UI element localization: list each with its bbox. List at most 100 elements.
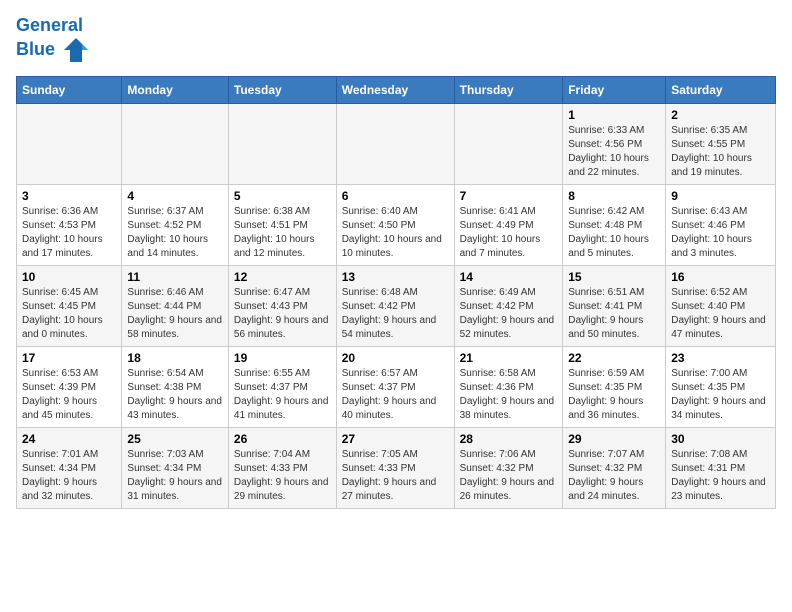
day-number: 24: [22, 432, 116, 446]
day-number: 16: [671, 270, 770, 284]
calendar-week-4: 17 Sunrise: 6:53 AMSunset: 4:39 PMDayligh…: [17, 346, 776, 427]
day-number: 22: [568, 351, 660, 365]
day-number: 10: [22, 270, 116, 284]
calendar-cell: 5Sunrise: 6:38 AMSunset: 4:51 PMDaylight…: [228, 184, 336, 265]
calendar-cell: [336, 103, 454, 184]
day-info: Sunrise: 6:48 AMSunset: 4:42 PMDaylight:…: [342, 286, 449, 342]
day-number: 14: [460, 270, 558, 284]
calendar-cell: 4 Sunrise: 6:37 AMSunset: 4:52 PMDaylight…: [122, 184, 228, 265]
day-info: Sunrise: 7:04 AMSunset: 4:33 PMDaylight:…: [234, 448, 331, 504]
weekday-header-tuesday: Tuesday: [228, 76, 336, 103]
calendar-cell: 27 Sunrise: 7:05 AMSunset: 4:33 PMDayligh…: [336, 427, 454, 508]
day-number: 21: [460, 351, 558, 365]
day-number: 30: [671, 432, 770, 446]
day-number: 4: [127, 189, 222, 203]
day-info: Sunrise: 6:54 AMSunset: 4:38 PMDaylight:…: [127, 367, 222, 423]
day-info: Sunrise: 6:57 AMSunset: 4:37 PMDaylight:…: [342, 367, 449, 423]
calendar-cell: [454, 103, 563, 184]
calendar-cell: 6 Sunrise: 6:40 AMSunset: 4:50 PMDaylight…: [336, 184, 454, 265]
weekday-header-thursday: Thursday: [454, 76, 563, 103]
calendar-cell: [17, 103, 122, 184]
day-info: Sunrise: 6:33 AMSunset: 4:56 PMDaylight:…: [568, 124, 660, 180]
day-number: 20: [342, 351, 449, 365]
day-info: Sunrise: 6:40 AMSunset: 4:50 PMDaylight:…: [342, 205, 449, 261]
day-number: 19: [234, 351, 331, 365]
calendar-cell: 28 Sunrise: 7:06 AMSunset: 4:32 PMDayligh…: [454, 427, 563, 508]
calendar-cell: 25 Sunrise: 7:03 AMSunset: 4:34 PMDayligh…: [122, 427, 228, 508]
day-info: Sunrise: 6:42 AMSunset: 4:48 PMDaylight:…: [568, 205, 660, 261]
day-info: Sunrise: 6:55 AMSunset: 4:37 PMDaylight:…: [234, 367, 331, 423]
calendar-week-5: 24 Sunrise: 7:01 AMSunset: 4:34 PMDayligh…: [17, 427, 776, 508]
calendar-week-3: 10 Sunrise: 6:45 AMSunset: 4:45 PMDayligh…: [17, 265, 776, 346]
day-number: 13: [342, 270, 449, 284]
calendar-cell: 22 Sunrise: 6:59 AMSunset: 4:35 PMDayligh…: [563, 346, 666, 427]
calendar-body: 1 Sunrise: 6:33 AMSunset: 4:56 PMDaylight…: [17, 103, 776, 508]
day-number: 3: [22, 189, 116, 203]
calendar-cell: 15 Sunrise: 6:51 AMSunset: 4:41 PMDayligh…: [563, 265, 666, 346]
day-info: Sunrise: 6:59 AMSunset: 4:35 PMDaylight:…: [568, 367, 660, 423]
day-number: 12: [234, 270, 331, 284]
weekday-header-wednesday: Wednesday: [336, 76, 454, 103]
day-number: 18: [127, 351, 222, 365]
calendar-cell: 12 Sunrise: 6:47 AMSunset: 4:43 PMDayligh…: [228, 265, 336, 346]
day-info: Sunrise: 6:49 AMSunset: 4:42 PMDaylight:…: [460, 286, 558, 342]
day-number: 25: [127, 432, 222, 446]
logo-blue: Blue: [16, 39, 55, 59]
calendar-week-1: 1 Sunrise: 6:33 AMSunset: 4:56 PMDaylight…: [17, 103, 776, 184]
calendar-cell: 10 Sunrise: 6:45 AMSunset: 4:45 PMDayligh…: [17, 265, 122, 346]
day-info: Sunrise: 7:03 AMSunset: 4:34 PMDaylight:…: [127, 448, 222, 504]
day-info: Sunrise: 6:53 AMSunset: 4:39 PMDaylight:…: [22, 367, 116, 423]
day-number: 1: [568, 108, 660, 122]
day-number: 23: [671, 351, 770, 365]
day-info: Sunrise: 7:00 AMSunset: 4:35 PMDaylight:…: [671, 367, 770, 423]
calendar-cell: 16 Sunrise: 6:52 AMSunset: 4:40 PMDayligh…: [666, 265, 776, 346]
day-number: 15: [568, 270, 660, 284]
day-info: Sunrise: 6:41 AMSunset: 4:49 PMDaylight:…: [460, 205, 558, 261]
day-info: Sunrise: 6:37 AMSunset: 4:52 PMDaylight:…: [127, 205, 222, 261]
day-info: Sunrise: 6:45 AMSunset: 4:45 PMDaylight:…: [22, 286, 116, 342]
day-number: 27: [342, 432, 449, 446]
logo: General Blue: [16, 16, 90, 64]
calendar-cell: 21 Sunrise: 6:58 AMSunset: 4:36 PMDayligh…: [454, 346, 563, 427]
day-info: Sunrise: 6:47 AMSunset: 4:43 PMDaylight:…: [234, 286, 331, 342]
day-number: 29: [568, 432, 660, 446]
calendar-cell: 18 Sunrise: 6:54 AMSunset: 4:38 PMDayligh…: [122, 346, 228, 427]
day-number: 17: [22, 351, 116, 365]
calendar-cell: 20 Sunrise: 6:57 AMSunset: 4:37 PMDayligh…: [336, 346, 454, 427]
day-number: 5: [234, 189, 331, 203]
calendar-week-2: 3 Sunrise: 6:36 AMSunset: 4:53 PMDaylight…: [17, 184, 776, 265]
day-info: Sunrise: 6:52 AMSunset: 4:40 PMDaylight:…: [671, 286, 770, 342]
day-info: Sunrise: 6:36 AMSunset: 4:53 PMDaylight:…: [22, 205, 116, 261]
calendar-cell: 1 Sunrise: 6:33 AMSunset: 4:56 PMDaylight…: [563, 103, 666, 184]
day-number: 8: [568, 189, 660, 203]
day-info: Sunrise: 7:01 AMSunset: 4:34 PMDaylight:…: [22, 448, 116, 504]
day-number: 2: [671, 108, 770, 122]
page-header: General Blue: [16, 16, 776, 64]
calendar-cell: 7Sunrise: 6:41 AMSunset: 4:49 PMDaylight…: [454, 184, 563, 265]
day-info: Sunrise: 6:58 AMSunset: 4:36 PMDaylight:…: [460, 367, 558, 423]
day-info: Sunrise: 6:43 AMSunset: 4:46 PMDaylight:…: [671, 205, 770, 261]
logo-icon: [62, 36, 90, 64]
day-number: 6: [342, 189, 449, 203]
calendar-cell: [122, 103, 228, 184]
day-info: Sunrise: 7:05 AMSunset: 4:33 PMDaylight:…: [342, 448, 449, 504]
calendar-cell: 30Sunrise: 7:08 AMSunset: 4:31 PMDayligh…: [666, 427, 776, 508]
weekday-header-monday: Monday: [122, 76, 228, 103]
calendar-cell: 23 Sunrise: 7:00 AMSunset: 4:35 PMDayligh…: [666, 346, 776, 427]
day-number: 9: [671, 189, 770, 203]
calendar-cell: 29 Sunrise: 7:07 AMSunset: 4:32 PMDayligh…: [563, 427, 666, 508]
weekday-header-sunday: Sunday: [17, 76, 122, 103]
day-number: 26: [234, 432, 331, 446]
weekday-header-row: SundayMondayTuesdayWednesdayThursdayFrid…: [17, 76, 776, 103]
day-info: Sunrise: 6:51 AMSunset: 4:41 PMDaylight:…: [568, 286, 660, 342]
calendar-cell: 11Sunrise: 6:46 AMSunset: 4:44 PMDayligh…: [122, 265, 228, 346]
day-info: Sunrise: 7:07 AMSunset: 4:32 PMDaylight:…: [568, 448, 660, 504]
calendar-cell: 3 Sunrise: 6:36 AMSunset: 4:53 PMDaylight…: [17, 184, 122, 265]
weekday-header-saturday: Saturday: [666, 76, 776, 103]
day-info: Sunrise: 6:46 AMSunset: 4:44 PMDaylight:…: [127, 286, 222, 342]
calendar-cell: 19 Sunrise: 6:55 AMSunset: 4:37 PMDayligh…: [228, 346, 336, 427]
calendar-cell: 26 Sunrise: 7:04 AMSunset: 4:33 PMDayligh…: [228, 427, 336, 508]
day-info: Sunrise: 7:06 AMSunset: 4:32 PMDaylight:…: [460, 448, 558, 504]
day-number: 28: [460, 432, 558, 446]
calendar-cell: [228, 103, 336, 184]
